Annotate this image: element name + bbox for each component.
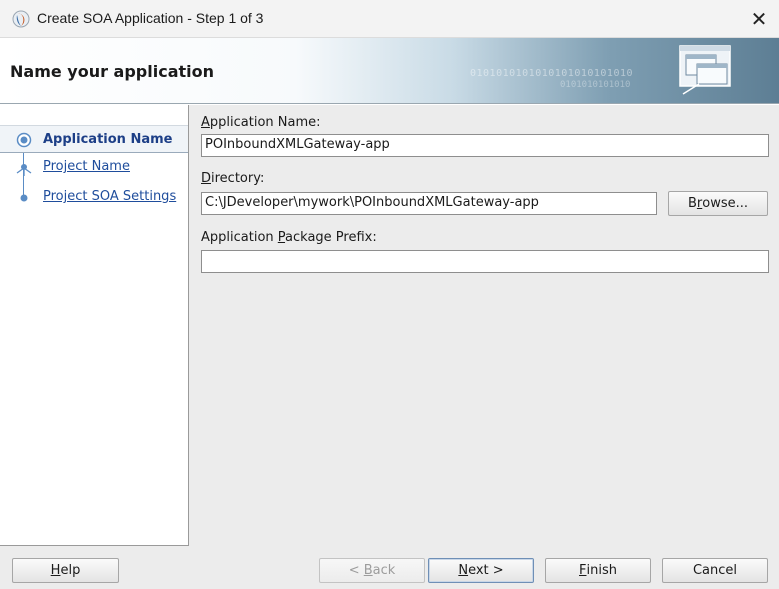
jdeveloper-icon: [12, 10, 30, 28]
label-text: elp: [60, 563, 81, 578]
button-bar: Help < Back Next > Finish Cancel: [0, 546, 779, 589]
application-windows-icon: [679, 45, 731, 95]
close-icon: ✕: [750, 7, 768, 31]
mnemonic: B: [363, 563, 373, 578]
label-text: pplication Name:: [209, 115, 321, 130]
mnemonic: A: [201, 115, 210, 130]
binary-decoration: 0101010101010101010101010: [470, 68, 634, 79]
title-bar: Create SOA Application - Step 1 of 3 ✕: [0, 0, 779, 38]
label-text: B: [687, 196, 697, 211]
mnemonic: P: [277, 230, 286, 245]
package-prefix-label: Application Package Prefix:: [201, 230, 377, 245]
mnemonic: F: [579, 563, 587, 578]
next-step-icon: [16, 164, 32, 176]
window-title: Create SOA Application - Step 1 of 3: [37, 10, 264, 26]
mnemonic: D: [201, 171, 212, 186]
label-text: Cancel: [692, 563, 738, 578]
browse-button[interactable]: Br owse...: [668, 191, 768, 216]
help-button[interactable]: Help: [12, 558, 119, 583]
mnemonic: H: [50, 563, 61, 578]
directory-input[interactable]: C:\JDeveloper\mywork\POInboundXMLGateway…: [201, 192, 657, 215]
label-text: owse...: [702, 196, 749, 211]
application-name-input[interactable]: POInboundXMLGateway-app: [201, 134, 769, 157]
finish-button[interactable]: Finish: [545, 558, 651, 583]
nav-step-project-name[interactable]: Project Name: [0, 157, 188, 181]
form-panel: Application Name: POInboundXMLGateway-ap…: [189, 105, 779, 546]
binary-decoration-2: 0101010101010: [560, 80, 631, 90]
label-text: ext >: [468, 563, 504, 578]
cancel-button[interactable]: Cancel: [662, 558, 768, 583]
close-button[interactable]: ✕: [739, 0, 779, 38]
wizard-step-navigator: Application Name Project Name Project SO…: [0, 105, 189, 546]
back-button[interactable]: < Back: [319, 558, 425, 583]
nav-step-label: Project SOA Settings: [43, 189, 177, 204]
label-text: <: [348, 563, 364, 578]
input-value: C:\JDeveloper\mywork\POInboundXMLGateway…: [205, 195, 539, 210]
page-title: Name your application: [10, 62, 215, 81]
label-text: Application: [201, 230, 278, 245]
mnemonic: N: [458, 563, 469, 578]
label-text: ack: [372, 563, 396, 578]
nav-step-application-name[interactable]: Application Name: [0, 125, 188, 153]
wizard-header: Name your application 010101010101010101…: [0, 38, 779, 104]
nav-step-project-soa-settings[interactable]: Project SOA Settings: [0, 187, 188, 211]
directory-label: Directory:: [201, 171, 264, 186]
current-step-icon: [16, 132, 32, 148]
nav-step-label: Project Name: [43, 159, 130, 174]
label-text: inish: [586, 563, 617, 578]
next-button[interactable]: Next >: [428, 558, 534, 583]
label-text: ackage Prefix:: [285, 230, 377, 245]
step-dot-icon: [20, 194, 28, 202]
label-text: irectory:: [211, 171, 265, 186]
application-name-label: Application Name:: [201, 115, 321, 130]
package-prefix-input[interactable]: [201, 250, 769, 273]
nav-step-label: Application Name: [43, 132, 173, 147]
input-value: POInboundXMLGateway-app: [205, 137, 390, 152]
